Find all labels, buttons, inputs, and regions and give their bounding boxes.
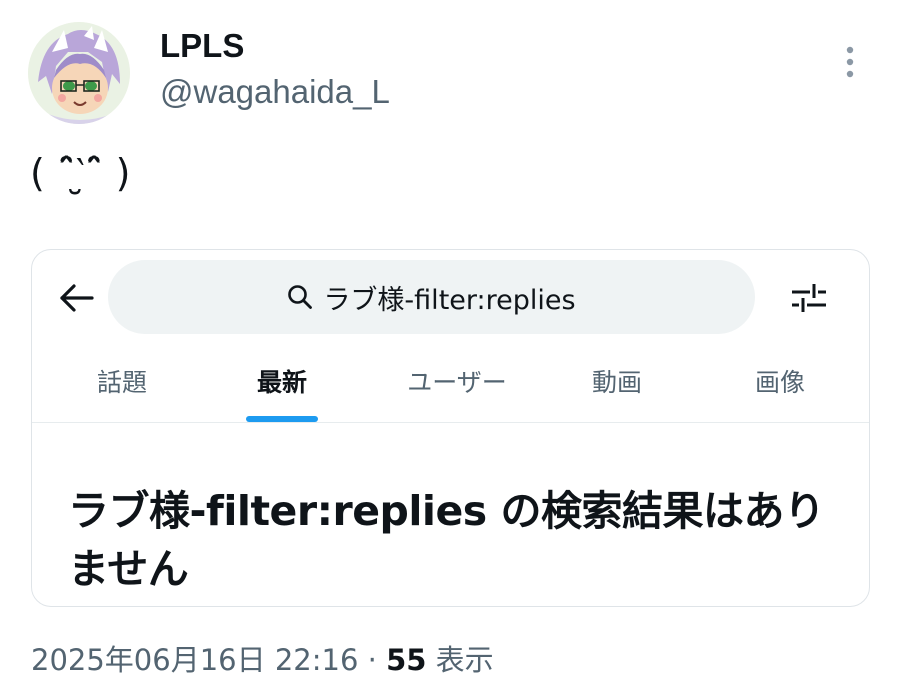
tweet-meta: 2025年06月16日 22:16 · 55 表示 [31,640,494,680]
search-tabs: 話題 最新 ユーザー 動画 画像 [32,358,869,424]
filter-sliders-icon [792,284,826,312]
author-display-name[interactable]: LPLS [160,26,244,66]
search-filter-button [788,278,830,318]
tab-latest: 最新 [256,368,307,397]
back-arrow-icon [60,284,94,312]
avatar[interactable] [28,22,130,124]
tab-users: ユーザー [407,368,507,397]
back-button [56,278,96,318]
tweet-text: ( ˆ̑‵̮ˆ̑ ) [30,151,131,195]
avatar-image [28,22,130,124]
views-label: 表示 [435,643,494,677]
tab-topics: 話題 [96,368,147,397]
meta-separator: · [367,643,377,677]
author-handle[interactable]: @wagahaida_L [160,72,390,112]
no-results-message: ラブ様-filter:replies の検索結果はありません [68,487,825,593]
tab-videos: 動画 [591,368,642,397]
tab-images: 画像 [754,368,805,397]
more-vertical-icon [846,46,854,78]
views-count: 55 [386,643,427,677]
attached-image-card[interactable]: ラブ様-filter:replies 話題 最新 ユーザー 動画 画像 ラブ様-… [31,249,870,607]
tweet-timestamp[interactable]: 2025年06月16日 22:16 [31,643,358,677]
search-query-text: ラブ様-filter:replies [323,284,576,316]
more-options-button[interactable] [834,40,866,84]
tabs-divider [32,422,869,423]
search-bar: ラブ様-filter:replies [108,260,755,334]
search-icon [288,285,313,309]
